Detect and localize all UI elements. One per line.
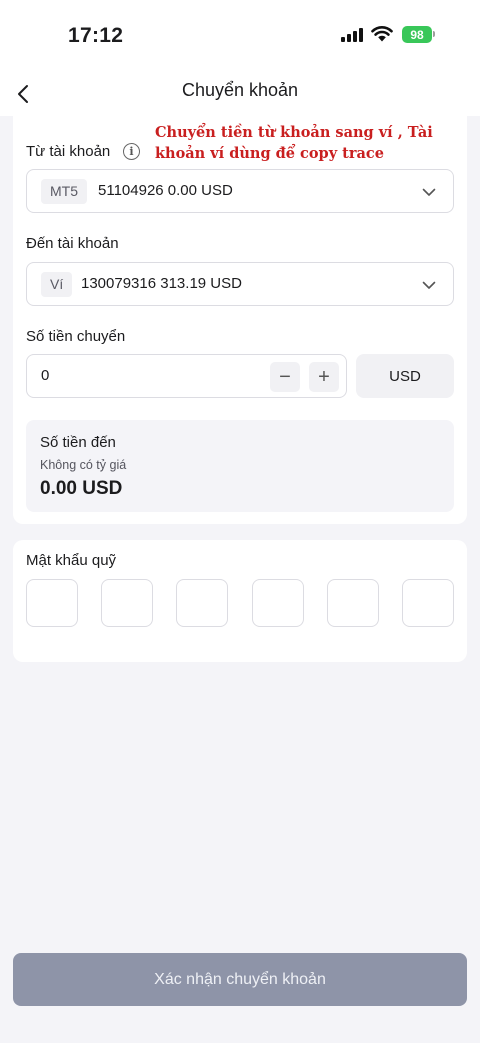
confirm-transfer-button[interactable]: Xác nhận chuyển khoản [13, 953, 467, 1006]
battery-icon: 98 [402, 26, 432, 43]
to-account-label: Đến tài khoản [26, 235, 119, 252]
account-type-tag: Ví [41, 272, 73, 297]
from-account-value: 51104926 0.00 USD [98, 182, 233, 199]
chevron-down-icon [422, 188, 436, 196]
nav-bar: Chuyển khoản [0, 72, 480, 116]
to-account-select[interactable]: Ví 130079316 313.19 USD [26, 262, 454, 306]
amount-field: − + [26, 354, 347, 398]
pin-digit-box[interactable] [176, 579, 229, 627]
amount-input[interactable] [41, 367, 241, 384]
info-icon[interactable]: i [123, 143, 140, 160]
battery-cap [433, 31, 435, 37]
fund-password-label: Mật khẩu quỹ [26, 552, 117, 569]
wifi-icon [371, 26, 393, 42]
pin-digit-box[interactable] [326, 579, 379, 627]
decrement-button[interactable]: − [270, 362, 300, 392]
annotation-note: Chuyển tiền từ khoản sang ví , Tài khoản… [155, 124, 433, 162]
account-type-tag: MT5 [41, 179, 87, 204]
currency-button[interactable]: USD [356, 354, 454, 398]
increment-button[interactable]: + [309, 362, 339, 392]
transfer-amount-label: Số tiền chuyển [26, 328, 126, 345]
fund-password-card: Mật khẩu quỹ [13, 540, 467, 662]
transfer-screen: 17:12 98 Chuyển khoản Chuyển tiền từ kho… [0, 0, 480, 1043]
pin-digit-box[interactable] [101, 579, 154, 627]
pin-digit-box[interactable] [26, 579, 78, 627]
received-amount-box: Số tiền đến Không có tỷ giá 0.00 USD [26, 420, 454, 512]
exchange-rate-note: Không có tỷ giá [40, 458, 127, 472]
from-account-select[interactable]: MT5 51104926 0.00 USD [26, 169, 454, 213]
battery-level: 98 [410, 27, 424, 42]
page-title: Chuyển khoản [181, 80, 299, 100]
cellular-signal-icon [341, 28, 365, 42]
pin-digit-box[interactable] [251, 579, 304, 627]
chevron-down-icon [422, 281, 436, 289]
from-account-label: Từ tài khoản [26, 143, 111, 160]
status-time: 17:12 [68, 24, 124, 47]
status-bar: 17:12 98 [0, 0, 480, 72]
pin-digit-box[interactable] [402, 579, 454, 627]
received-amount-label: Số tiền đến [40, 434, 116, 451]
received-amount-value: 0.00 USD [40, 478, 123, 499]
transfer-form-card: Chuyển tiền từ khoản sang ví , Tài khoản… [13, 116, 467, 524]
to-account-value: 130079316 313.19 USD [81, 275, 242, 292]
